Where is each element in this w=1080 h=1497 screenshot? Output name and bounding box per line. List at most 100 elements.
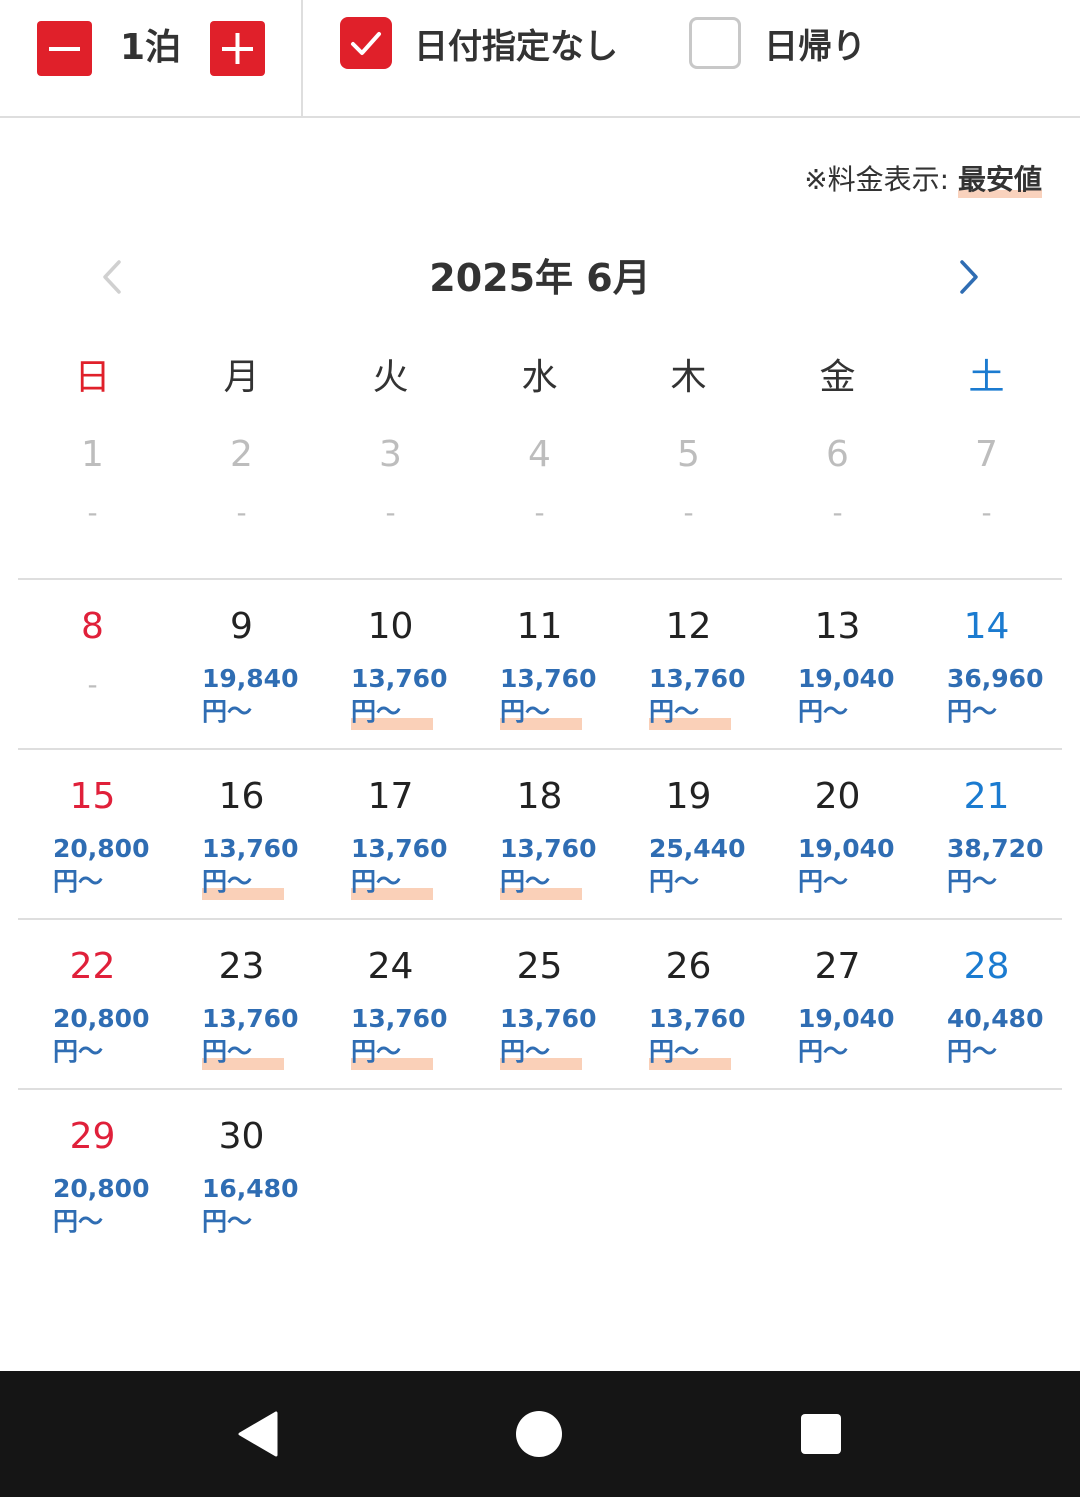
price-amount: 19,040 xyxy=(798,834,895,863)
day-number: 1 xyxy=(81,434,104,475)
system-back-button[interactable] xyxy=(234,1409,284,1459)
calendar-day-cell[interactable]: 24 13,760 円〜 xyxy=(316,920,465,1090)
price-amount: 13,760 xyxy=(500,1004,597,1033)
price-amount: 20,800 xyxy=(53,1004,150,1033)
price-amount: 38,720 xyxy=(947,834,1044,863)
no-price-dash: - xyxy=(385,496,396,529)
calendar-week-row: 15 20,800 円〜 16 13,760 円〜 17 13,760 円〜 18 13,760 円〜… xyxy=(18,748,1062,920)
calendar-day-cell[interactable]: 30 16,480 円〜 xyxy=(167,1090,316,1260)
calendar-day-cell[interactable]: 25 13,760 円〜 xyxy=(465,920,614,1090)
no-date-checkbox[interactable] xyxy=(340,17,392,69)
weekday-header-sat: 土 xyxy=(968,357,1005,398)
weekday-header-wed: 水 xyxy=(521,357,558,398)
price-amount: 13,760 xyxy=(500,664,597,693)
day-trip-checkbox[interactable] xyxy=(689,17,741,69)
day-number: 16 xyxy=(218,776,265,817)
weekday-header-mon: 月 xyxy=(223,357,260,398)
calendar-day-cell[interactable]: 21 38,720 円〜 xyxy=(912,750,1061,920)
price-unit: 円〜 xyxy=(500,695,582,730)
price-display-value: 最安値 xyxy=(957,163,1042,196)
check-icon xyxy=(351,32,381,55)
weekday-header-thu: 木 xyxy=(670,357,707,398)
price-unit: 円〜 xyxy=(202,1207,253,1236)
calendar-day-cell[interactable]: 29 20,800 円〜 xyxy=(18,1090,167,1260)
next-month-button[interactable] xyxy=(944,252,994,302)
price-unit: 円〜 xyxy=(798,867,849,896)
price-unit: 円〜 xyxy=(649,867,700,896)
calendar-day-cell[interactable]: 19 25,440 円〜 xyxy=(614,750,763,920)
price-unit: 円〜 xyxy=(798,1037,849,1066)
calendar-day-cell[interactable]: 13 19,040 円〜 xyxy=(763,580,912,750)
calendar-day-cell[interactable]: 18 13,760 円〜 xyxy=(465,750,614,920)
price-amount: 13,760 xyxy=(500,834,597,863)
calendar-day-cell[interactable]: 8- xyxy=(18,580,167,750)
price-unit: 円〜 xyxy=(53,1037,104,1066)
day-number: 30 xyxy=(218,1116,265,1157)
day-price: 13,760 円〜 xyxy=(351,1002,451,1070)
day-price: 20,800 円〜 xyxy=(53,832,153,898)
price-unit: 円〜 xyxy=(202,1035,284,1070)
calendar-day-cell[interactable]: 22 20,800 円〜 xyxy=(18,920,167,1090)
day-number: 5 xyxy=(677,434,700,475)
calendar-day-cell: 6- xyxy=(763,408,912,578)
day-number: 11 xyxy=(516,606,563,647)
no-price-dash: - xyxy=(534,496,545,529)
price-unit: 円〜 xyxy=(500,865,582,900)
calendar-day-cell[interactable]: 17 13,760 円〜 xyxy=(316,750,465,920)
calendar-day-cell[interactable]: 23 13,760 円〜 xyxy=(167,920,316,1090)
calendar-day-cell[interactable]: 11 13,760 円〜 xyxy=(465,580,614,750)
calendar-day-cell[interactable]: 27 19,040 円〜 xyxy=(763,920,912,1090)
day-price: 13,760 円〜 xyxy=(649,1002,749,1070)
calendar-week-row: 22 20,800 円〜 23 13,760 円〜 24 13,760 円〜 25 13,760 円〜… xyxy=(18,918,1062,1090)
day-number: 9 xyxy=(230,606,253,647)
calendar-day-cell[interactable]: 14 36,960 円〜 xyxy=(912,580,1061,750)
calendar-day-cell[interactable]: 15 20,800 円〜 xyxy=(18,750,167,920)
day-number: 6 xyxy=(826,434,849,475)
price-amount: 19,040 xyxy=(798,1004,895,1033)
weekday-header-tue: 火 xyxy=(372,357,409,398)
day-price: 19,840 円〜 xyxy=(202,662,302,728)
calendar-day-cell: 4- xyxy=(465,408,614,578)
day-number: 28 xyxy=(963,946,1010,987)
day-number: 13 xyxy=(814,606,861,647)
calendar-day-cell[interactable]: 9 19,840 円〜 xyxy=(167,580,316,750)
price-unit: 円〜 xyxy=(351,1035,433,1070)
day-price: 20,800 円〜 xyxy=(53,1002,153,1068)
day-price: 13,760 円〜 xyxy=(202,1002,302,1070)
price-unit: 円〜 xyxy=(947,867,998,896)
calendar-day-cell[interactable]: 10 13,760 円〜 xyxy=(316,580,465,750)
no-price-dash: - xyxy=(236,496,247,529)
price-unit: 円〜 xyxy=(649,1035,731,1070)
calendar-day-cell: 5- xyxy=(614,408,763,578)
weekday-header-sun: 日 xyxy=(74,357,111,398)
system-home-button[interactable] xyxy=(514,1409,564,1459)
no-price-dash: - xyxy=(981,496,992,529)
day-number: 26 xyxy=(665,946,712,987)
price-amount: 13,760 xyxy=(202,1004,299,1033)
price-amount: 16,480 xyxy=(202,1174,299,1203)
back-triangle-icon xyxy=(238,1411,278,1457)
calendar-day-cell[interactable]: 28 40,480 円〜 xyxy=(912,920,1061,1090)
increase-nights-button[interactable] xyxy=(210,21,265,76)
day-price: 13,760 円〜 xyxy=(202,832,302,900)
calendar-day-cell[interactable]: 26 13,760 円〜 xyxy=(614,920,763,1090)
decrease-nights-button[interactable] xyxy=(37,21,92,76)
day-number: 12 xyxy=(665,606,712,647)
calendar-day-cell[interactable]: 12 13,760 円〜 xyxy=(614,580,763,750)
day-price: 40,480 円〜 xyxy=(947,1002,1047,1068)
price-unit: 円〜 xyxy=(947,697,998,726)
day-number: 29 xyxy=(69,1116,116,1157)
calendar-day-cell: 1- xyxy=(18,408,167,578)
price-amount: 13,760 xyxy=(649,664,746,693)
calendar-week-row: 8-9 19,840 円〜 10 13,760 円〜 11 13,760 円〜 12 13,760 円… xyxy=(18,578,1062,750)
calendar-day-cell[interactable]: 16 13,760 円〜 xyxy=(167,750,316,920)
day-trip-label[interactable]: 日帰り xyxy=(764,22,866,72)
system-recents-button[interactable] xyxy=(796,1409,846,1459)
day-number: 20 xyxy=(814,776,861,817)
home-circle-icon xyxy=(516,1411,562,1457)
day-number: 22 xyxy=(69,946,116,987)
no-date-label[interactable]: 日付指定なし xyxy=(414,22,618,72)
vertical-divider xyxy=(301,0,303,116)
calendar-day-cell[interactable]: 20 19,040 円〜 xyxy=(763,750,912,920)
month-title: 2025年 6月 xyxy=(429,256,651,300)
